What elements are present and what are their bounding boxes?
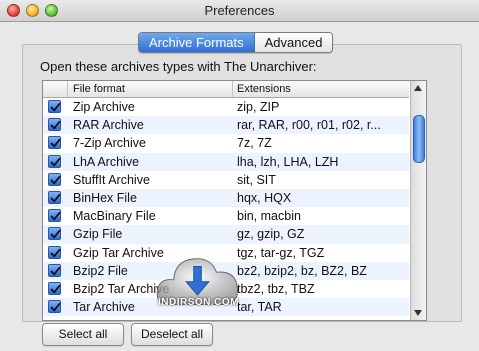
deselect-all-button[interactable]: Deselect all [131,323,213,346]
column-header-checkbox[interactable] [43,81,68,97]
table-row[interactable]: LhA Archive lha, lzh, LHA, LZH [43,152,409,171]
title-bar: Preferences [0,0,479,22]
checkmark-icon [50,157,61,166]
format-extensions: tbz2, tbz, TBZ [237,281,315,296]
scrollbar-thumb[interactable] [413,115,425,163]
format-name: Bzip2 File [73,263,128,278]
table-row[interactable]: Bzip2 Tar Archive tbz2, tbz, TBZ [43,280,409,298]
format-checkbox[interactable] [48,172,61,186]
format-extensions: bin, macbin [237,209,301,224]
format-extensions: rar, RAR, r00, r01, r02, r... [237,118,381,133]
format-extensions: 7z, 7Z [237,136,272,151]
format-checkbox[interactable] [48,281,61,295]
checkmark-icon [50,139,61,148]
format-extensions: tar, TAR [237,300,282,315]
format-checkbox[interactable] [48,227,61,241]
table-row[interactable]: Gzip Tar Archive tgz, tar-gz, TGZ [43,244,409,262]
scroll-up-icon[interactable] [414,85,422,91]
format-name: Gzip Tar Archive [73,245,164,260]
table-row[interactable]: BinHex File hqx, HQX [43,188,409,208]
tab-bar: Archive Formats Advanced [138,32,334,53]
format-name: Zip Archive [73,100,135,114]
format-checkbox[interactable] [48,154,61,168]
column-header-extensions[interactable]: Extensions [237,81,291,97]
checkmark-icon [50,266,61,275]
table-row[interactable]: 7-Zip Archive 7z, 7Z [43,134,409,152]
table-row[interactable]: RAR Archive rar, RAR, r00, r01, r02, r... [43,116,409,135]
format-checkbox[interactable] [48,136,61,150]
format-checkbox[interactable] [48,245,61,259]
tab-advanced[interactable]: Advanced [254,33,333,52]
table-row[interactable]: Tar Archive tar, TAR [43,298,409,317]
format-extensions: zip, ZIP [237,100,280,114]
format-checkbox[interactable] [48,190,61,204]
table-row[interactable]: StuffIt Archive sit, SIT [43,171,409,189]
format-name: 7-Zip Archive [73,136,146,151]
checkmark-icon [50,284,61,294]
table-body: Zip Archive zip, ZIP RAR Archive rar, RAR, … [43,98,409,317]
vertical-scrollbar[interactable] [410,81,426,320]
checkmark-icon [50,230,61,239]
checkmark-icon [50,212,61,221]
format-checkbox[interactable] [48,300,61,314]
column-header-file-format-label: File format [73,83,125,95]
table-row[interactable]: MacBinary File bin, macbin [43,207,409,225]
format-name: RAR Archive [73,118,144,133]
format-checkbox[interactable] [48,100,61,113]
format-checkbox[interactable] [48,209,61,223]
formats-table: File format Extensions Zip Archive zip, Z… [42,80,427,321]
format-extensions: lha, lzh, LHA, LZH [237,154,339,169]
checkmark-icon [50,302,61,312]
intro-label: Open these archives types with The Unarc… [40,59,317,74]
table-row[interactable]: Gzip File gz, gzip, GZ [43,225,409,244]
table-row[interactable]: Zip Archive zip, ZIP [43,98,409,116]
table-row[interactable]: Bzip2 File bz2, bzip2, bz, BZ2, BZ [43,261,409,280]
format-name: Gzip File [73,227,123,242]
format-extensions: gz, gzip, GZ [237,227,305,242]
format-name: LhA Archive [73,154,140,169]
checkmark-icon [50,175,61,184]
format-extensions: tgz, tar-gz, TGZ [237,245,325,260]
format-checkbox[interactable] [48,118,61,132]
format-name: Bzip2 Tar Archive [73,281,170,296]
format-name: StuffIt Archive [73,172,150,187]
format-checkbox[interactable] [48,263,61,277]
scroll-down-icon[interactable] [414,310,422,316]
format-name: BinHex File [73,190,137,205]
select-all-button[interactable]: Select all [42,323,124,346]
column-header-file-format[interactable]: File format [71,81,233,97]
tab-archive-formats[interactable]: Archive Formats [139,33,255,52]
format-name: MacBinary File [73,209,156,224]
checkmark-icon [50,102,61,112]
format-extensions: sit, SIT [237,172,276,187]
format-name: Tar Archive [73,300,135,315]
window-title: Preferences [204,3,275,18]
checkmark-icon [50,193,61,203]
format-extensions: hqx, HQX [237,190,292,205]
format-extensions: bz2, bzip2, bz, BZ2, BZ [237,263,367,278]
checkmark-icon [50,248,61,257]
checkmark-icon [50,121,61,130]
table-header: File format Extensions [43,81,409,98]
